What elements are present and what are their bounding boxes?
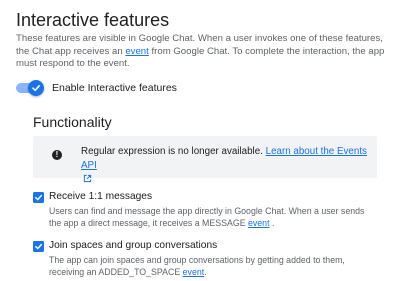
banner-text: Regular expression is no longer availabl…	[81, 145, 371, 187]
receive-messages-desc-text: Users can find and message the app direc…	[49, 206, 365, 228]
join-spaces-description: The app can join spaces and group conver…	[49, 254, 379, 278]
info-icon: !	[52, 150, 62, 160]
interactive-features-toggle[interactable]	[16, 80, 44, 96]
option-receive-messages: Receive 1:1 messages Users can find and …	[33, 191, 383, 231]
info-banner: ! Regular expression is no longer availa…	[33, 136, 377, 183]
functionality-title: Functionality	[33, 114, 112, 130]
join-spaces-label: Join spaces and group conversations	[49, 240, 218, 251]
message-event-link[interactable]: event	[248, 218, 270, 228]
toggle-thumb	[28, 80, 44, 96]
section-title: Interactive features	[16, 10, 170, 30]
receive-messages-desc-end: .	[269, 218, 275, 228]
receive-messages-description: Users can find and message the app direc…	[49, 205, 379, 229]
toggle-label: Enable Interactive features	[52, 82, 177, 94]
banner-message: Regular expression is no longer availabl…	[81, 146, 266, 157]
option-join-spaces: Join spaces and group conversations The …	[33, 240, 383, 280]
check-icon	[32, 85, 40, 92]
external-link-icon[interactable]	[83, 174, 92, 183]
join-spaces-checkbox[interactable]	[33, 241, 44, 252]
check-icon	[35, 243, 43, 250]
check-icon	[35, 194, 43, 201]
join-spaces-desc-end: .	[204, 267, 207, 277]
receive-messages-checkbox[interactable]	[33, 192, 44, 203]
interactive-features-toggle-row: Enable Interactive features	[16, 79, 177, 97]
event-link[interactable]: event	[125, 46, 148, 57]
added-to-space-event-link[interactable]: event	[183, 267, 205, 277]
receive-messages-label: Receive 1:1 messages	[49, 191, 153, 202]
section-description: These features are visible in Google Cha…	[16, 33, 388, 71]
